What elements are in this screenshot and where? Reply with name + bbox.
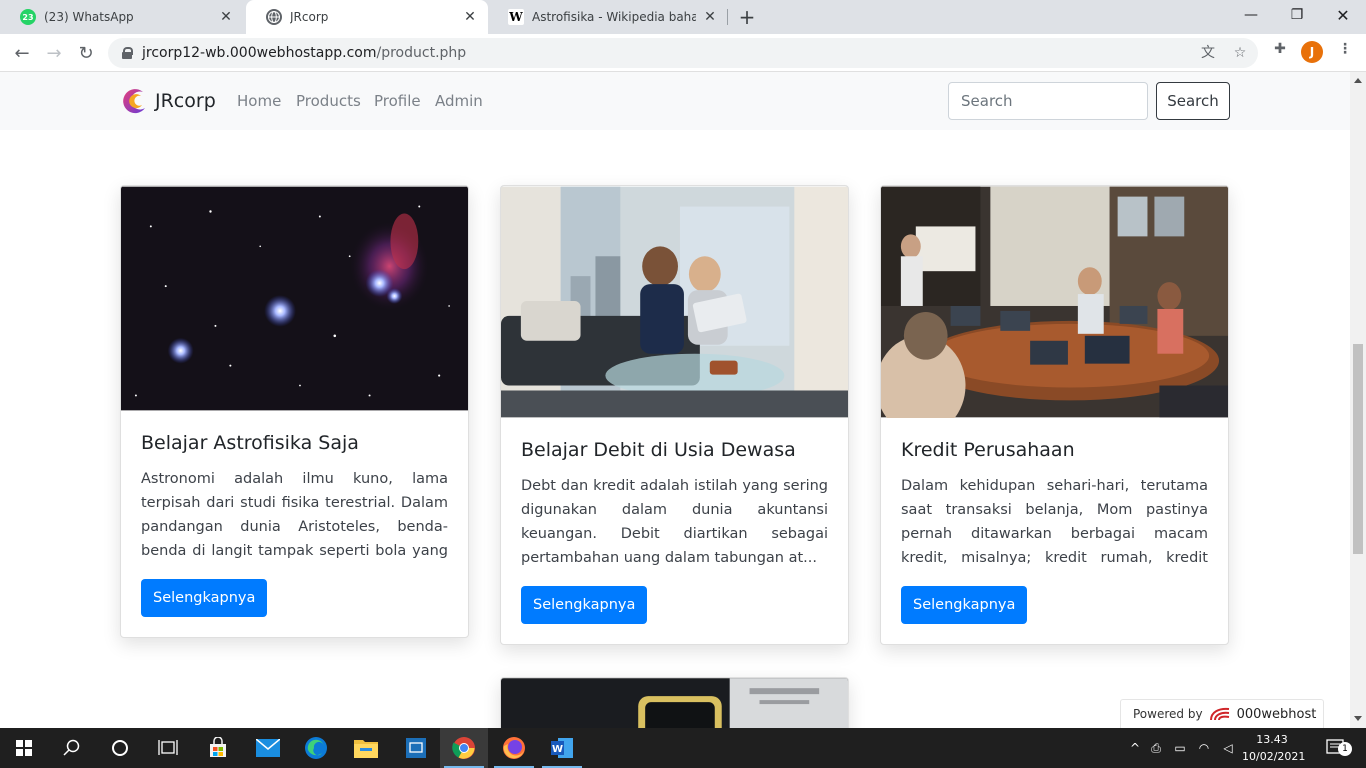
system-tray: ^ ⎙ ▭ ◠ ◁ [1126,728,1240,768]
mail-icon[interactable] [244,728,292,768]
store-icon[interactable] [194,728,242,768]
chrome-taskbar-icon[interactable] [440,728,488,768]
lock-icon[interactable] [122,47,133,59]
reload-icon[interactable]: ↻ [72,39,100,67]
product-card: Belajar Debit di Usia Dewasa Debt dan kr… [500,185,849,645]
edge-icon[interactable] [292,728,340,768]
nav-link-home[interactable]: Home [237,92,281,110]
product-card: Belajar Astrofisika Saja Astronomi adala… [120,185,469,638]
search-input[interactable] [948,82,1148,120]
card-title: Belajar Debit di Usia Dewasa [521,439,796,461]
word-icon[interactable]: W [538,728,586,768]
read-more-button[interactable]: Selengkapnya [521,586,648,624]
volume-icon[interactable]: ◁ [1216,741,1240,755]
card-body: Belajar Debit di Usia Dewasa Debt dan kr… [501,418,848,644]
close-icon[interactable]: ✕ [218,9,234,25]
wifi-icon[interactable]: ◠ [1192,741,1216,755]
close-icon[interactable]: ✕ [702,9,718,25]
page-viewport: JRcorp Home Products Profile Admin Searc… [0,72,1350,728]
nav-link-profile[interactable]: Profile [374,92,421,110]
tab-wikipedia[interactable]: W Astrofisika - Wikipedia bahasa Indones… [488,0,728,34]
product-card: Kredit Perusahaan Dalam kehidupan sehari… [880,185,1229,645]
browser-toolbar: ← → ↻ jrcorp12-wb.000webhostapp.com/prod… [0,34,1366,72]
webhost-logo-icon [1209,707,1229,721]
tab-whatsapp[interactable]: 23 (23) WhatsApp ✕ [0,0,244,34]
tab-separator [727,9,728,25]
profile-avatar[interactable]: J [1301,41,1323,63]
notification-center-icon[interactable]: 1 [1316,728,1356,768]
windows-start-icon[interactable] [0,728,48,768]
whatsapp-icon: 23 [20,9,36,25]
globe-icon [266,9,282,25]
remote-desktop-icon[interactable] [392,728,440,768]
restore-button[interactable]: ❐ [1274,0,1320,30]
nav-link-admin[interactable]: Admin [435,92,483,110]
notification-count: 1 [1338,742,1352,756]
clock-date: 10/02/2021 [1242,750,1306,763]
read-more-button[interactable]: Selengkapnya [141,579,268,617]
translate-icon[interactable]: 文 [1200,45,1216,61]
site-navbar: JRcorp Home Products Profile Admin Searc… [0,72,1350,130]
chevron-up-icon[interactable]: ^ [1126,741,1144,755]
scroll-down-arrow-icon[interactable] [1354,716,1362,721]
task-view-icon[interactable] [144,728,192,768]
windows-taskbar: W ^ ⎙ ▭ ◠ ◁ 13.43 10/02/2021 1 [0,728,1366,768]
scrollbar-thumb[interactable] [1353,344,1363,554]
minimize-button[interactable]: — [1228,0,1274,30]
card-text: Dalam kehidupan sehari-hari, terutama sa… [901,478,1208,566]
card-text: Debt dan kredit adalah istilah yang seri… [521,478,828,566]
forward-arrow-icon[interactable]: → [40,39,68,67]
powered-by-badge[interactable]: Powered by 000webhost [1120,699,1324,728]
card-body: Kredit Perusahaan Dalam kehidupan sehari… [881,418,1228,644]
powered-by-name: 000webhost [1236,706,1317,722]
extensions-icon[interactable]: ✚ [1272,41,1288,57]
page-scrollbar[interactable] [1350,72,1366,728]
svg-text:W: W [552,744,563,755]
card-body: Belajar Astrofisika Saja Astronomi adala… [121,411,468,637]
address-bar[interactable]: jrcorp12-wb.000webhostapp.com/product.ph… [108,38,1258,68]
back-arrow-icon[interactable]: ← [8,39,36,67]
cortana-icon[interactable] [96,728,144,768]
url-path: /product.php [376,45,467,61]
wikipedia-icon: W [508,9,524,25]
close-window-button[interactable]: ✕ [1320,0,1366,30]
browser-tab-strip: 23 (23) WhatsApp ✕ JRcorp ✕ W Astrofisik… [0,0,1366,34]
new-tab-button[interactable]: + [736,6,758,28]
brand[interactable]: JRcorp [121,86,216,116]
product-image-meeting-room [881,186,1228,418]
star-icon[interactable]: ☆ [1232,45,1248,61]
battery-icon[interactable]: ▭ [1168,741,1192,755]
card-title: Belajar Astrofisika Saja [141,432,359,454]
menu-kebab-icon[interactable]: ⋮ [1337,41,1353,57]
read-more-button[interactable]: Selengkapnya [901,586,1028,624]
product-image-businessmen [501,186,848,418]
close-icon[interactable]: ✕ [462,9,478,25]
tab-jrcorp[interactable]: JRcorp ✕ [246,0,488,34]
file-explorer-icon[interactable] [342,728,390,768]
product-image-phone [501,678,848,728]
card-title: Kredit Perusahaan [901,439,1075,461]
search-icon[interactable] [48,728,96,768]
firefox-icon[interactable] [490,728,538,768]
product-card [500,677,849,728]
jrcorp-logo-icon [123,89,145,114]
tab-title: Astrofisika - Wikipedia bahasa Indonesia [532,10,696,24]
search-button[interactable]: Search [1156,82,1230,120]
card-text: Astronomi adalah ilmu kuno, lama terpisa… [141,471,448,559]
product-image-starfield [121,186,468,411]
powered-by-label: Powered by [1133,707,1203,721]
meet-now-icon[interactable]: ⎙ [1144,741,1168,756]
url-host: jrcorp12-wb.000webhostapp.com [142,45,377,61]
taskbar-clock[interactable]: 13.43 10/02/2021 [1242,731,1306,765]
clock-time: 13.43 [1256,733,1288,746]
tab-title: JRcorp [290,10,329,24]
tab-title: (23) WhatsApp [44,10,134,24]
brand-name: JRcorp [155,90,216,112]
scroll-up-arrow-icon[interactable] [1354,78,1362,83]
nav-link-products[interactable]: Products [296,92,361,110]
